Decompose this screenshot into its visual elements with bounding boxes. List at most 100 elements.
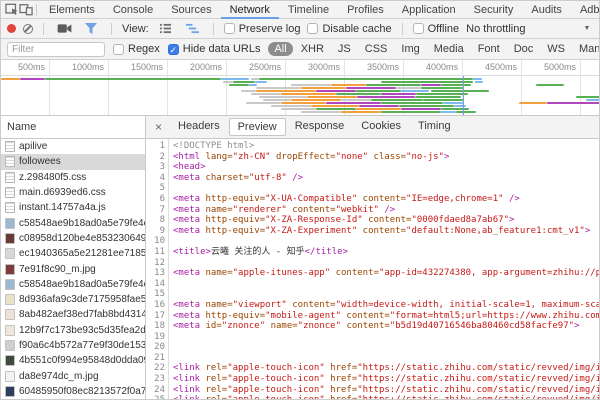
inspect-element-icon[interactable] (5, 2, 19, 18)
tab-security[interactable]: Security (465, 1, 523, 19)
ruler-tick-label: 1500ms (131, 62, 167, 72)
preserve-log-checkbox[interactable]: Preserve log (224, 23, 301, 35)
detail-tab-timing[interactable]: Timing (410, 118, 459, 136)
detail-tab-headers[interactable]: Headers (170, 118, 228, 136)
request-name: z.298480f5.css (19, 172, 86, 183)
request-row[interactable]: 7e91f8c90_m.jpg (1, 261, 145, 276)
view-waterfall-icon[interactable] (183, 21, 203, 37)
request-row[interactable]: da8e974dc_m.jpg (1, 368, 145, 383)
request-row[interactable]: c58548ae9b18ad0a5e79fe4e... (1, 215, 145, 230)
request-row[interactable]: z.298480f5.css (1, 170, 145, 185)
detail-tab-response[interactable]: Response (287, 118, 353, 136)
code-line: <meta name="apple-itunes-app" content="a… (173, 268, 599, 279)
ruler-gridline (108, 60, 109, 115)
record-icon[interactable] (7, 24, 16, 33)
code-line (173, 342, 599, 353)
request-name: apilive (19, 141, 47, 152)
request-row[interactable]: 4b551c0f994e95848d0dda09... (1, 353, 145, 368)
network-overview[interactable]: 500ms1000ms1500ms2000ms2500ms3000ms3500m… (1, 60, 599, 116)
waterfall-bar (301, 111, 341, 113)
tab-sources[interactable]: Sources (162, 1, 220, 19)
tab-network[interactable]: Network (221, 1, 279, 19)
document-file-icon (5, 187, 15, 198)
request-row[interactable]: instant.14757a4a.js (1, 200, 145, 215)
request-row[interactable]: 8ab482aef38ed7fab8bd4314... (1, 307, 145, 322)
request-row[interactable]: 12b9f7c173be93c5d35fea2d... (1, 323, 145, 338)
code-line: <meta name="viewport" content="width=dev… (173, 300, 599, 311)
filter-type-doc[interactable]: Doc (508, 42, 540, 56)
filter-type-font[interactable]: Font (472, 42, 506, 56)
image-file-icon (5, 294, 15, 305)
waterfall-bar (346, 87, 396, 89)
filter-type-img[interactable]: Img (395, 42, 425, 56)
name-column-header[interactable]: Name (1, 116, 145, 139)
request-row[interactable]: f90a6c4b572a77e9f30de153... (1, 338, 145, 353)
regex-checkbox[interactable]: Regex (113, 43, 160, 55)
tab-elements[interactable]: Elements (40, 1, 104, 19)
detail-tab-preview[interactable]: Preview (229, 118, 286, 136)
request-name: 8d936afa9c3de7175958fae5... (19, 294, 145, 305)
request-row[interactable]: 8d936afa9c3de7175958fae5... (1, 292, 145, 307)
waterfall-bar (256, 87, 301, 89)
preview-code-viewer[interactable]: 1234567891011121314151617181920212223242… (146, 139, 599, 400)
waterfall-bar (441, 111, 456, 113)
tab-application[interactable]: Application (393, 1, 465, 19)
request-row[interactable]: 60485950f08ec8213572f0a7... (1, 384, 145, 399)
tab-console[interactable]: Console (104, 1, 162, 19)
clear-icon[interactable] (23, 24, 33, 34)
filter-type-all[interactable]: All (268, 42, 292, 56)
tab-profiles[interactable]: Profiles (338, 1, 393, 19)
screenshot-camera-icon[interactable] (54, 21, 74, 37)
toolbar-separator (36, 4, 37, 16)
waterfall-bar (371, 99, 423, 101)
filter-type-xhr[interactable]: XHR (295, 42, 330, 56)
view-list-icon[interactable] (156, 21, 176, 37)
request-row[interactable]: ec1940365a5e21281ee71856... (1, 246, 145, 261)
request-row[interactable]: c08958d120be4e853230649... (1, 231, 145, 246)
document-file-icon (5, 172, 15, 183)
tab-adblock-plus[interactable]: Adblock Plus (571, 1, 600, 19)
request-row[interactable]: apilive (1, 139, 145, 154)
image-file-icon (5, 371, 15, 382)
filter-type-manifest[interactable]: Manifest (573, 42, 600, 56)
waterfall-bar (341, 111, 381, 113)
code-line: <meta charset="utf-8" /> (173, 173, 599, 184)
hide-data-urls-checkbox[interactable]: Hide data URLs (168, 43, 261, 55)
image-file-icon (5, 233, 15, 244)
code-line: <link rel="apple-touch-icon" href="https… (173, 385, 599, 396)
filter-funnel-icon[interactable] (81, 21, 101, 37)
ruler-tick-label: 3000ms (308, 62, 344, 72)
tab-audits[interactable]: Audits (522, 1, 571, 19)
code-line: <title>云曦 关注的人 - 知乎</title> (173, 247, 599, 258)
request-name: da8e974dc_m.jpg (19, 371, 99, 382)
filter-type-media[interactable]: Media (428, 42, 470, 56)
request-name: 60485950f08ec8213572f0a7... (19, 386, 145, 397)
throttling-dropdown[interactable]: No throttling ▼ (466, 23, 590, 35)
filter-type-js[interactable]: JS (332, 42, 357, 56)
line-number: 8 (146, 215, 165, 226)
detail-tab-cookies[interactable]: Cookies (353, 118, 409, 136)
waterfall-bar (415, 96, 461, 98)
request-row[interactable]: followees (1, 154, 145, 169)
waterfall-bar (259, 78, 473, 80)
waterfall-bar (316, 108, 356, 110)
request-row[interactable]: c58548ae9b18ad0a5e79fe4e... (1, 277, 145, 292)
waterfall-bar (223, 81, 233, 83)
close-icon[interactable]: × (148, 120, 169, 134)
disable-cache-checkbox[interactable]: Disable cache (307, 23, 391, 35)
tab-timeline[interactable]: Timeline (279, 1, 338, 19)
detail-tabbar: × HeadersPreviewResponseCookiesTiming (146, 116, 599, 139)
document-file-icon (5, 202, 15, 213)
waterfall-bar (311, 105, 359, 107)
request-name: f90a6c4b572a77e9f30de153... (19, 340, 145, 351)
waterfall-bar (336, 93, 381, 95)
offline-checkbox[interactable]: Offline (413, 23, 460, 35)
request-row[interactable]: main.d6939ed6.css (1, 185, 145, 200)
device-toolbar-icon[interactable] (19, 2, 33, 18)
filter-type-ws[interactable]: WS (541, 42, 571, 56)
filter-type-css[interactable]: CSS (359, 42, 394, 56)
waterfall-bar (341, 99, 371, 101)
throttling-value: No throttling (466, 23, 525, 35)
filter-input[interactable] (7, 42, 105, 57)
preserve-log-label: Preserve log (239, 23, 301, 35)
